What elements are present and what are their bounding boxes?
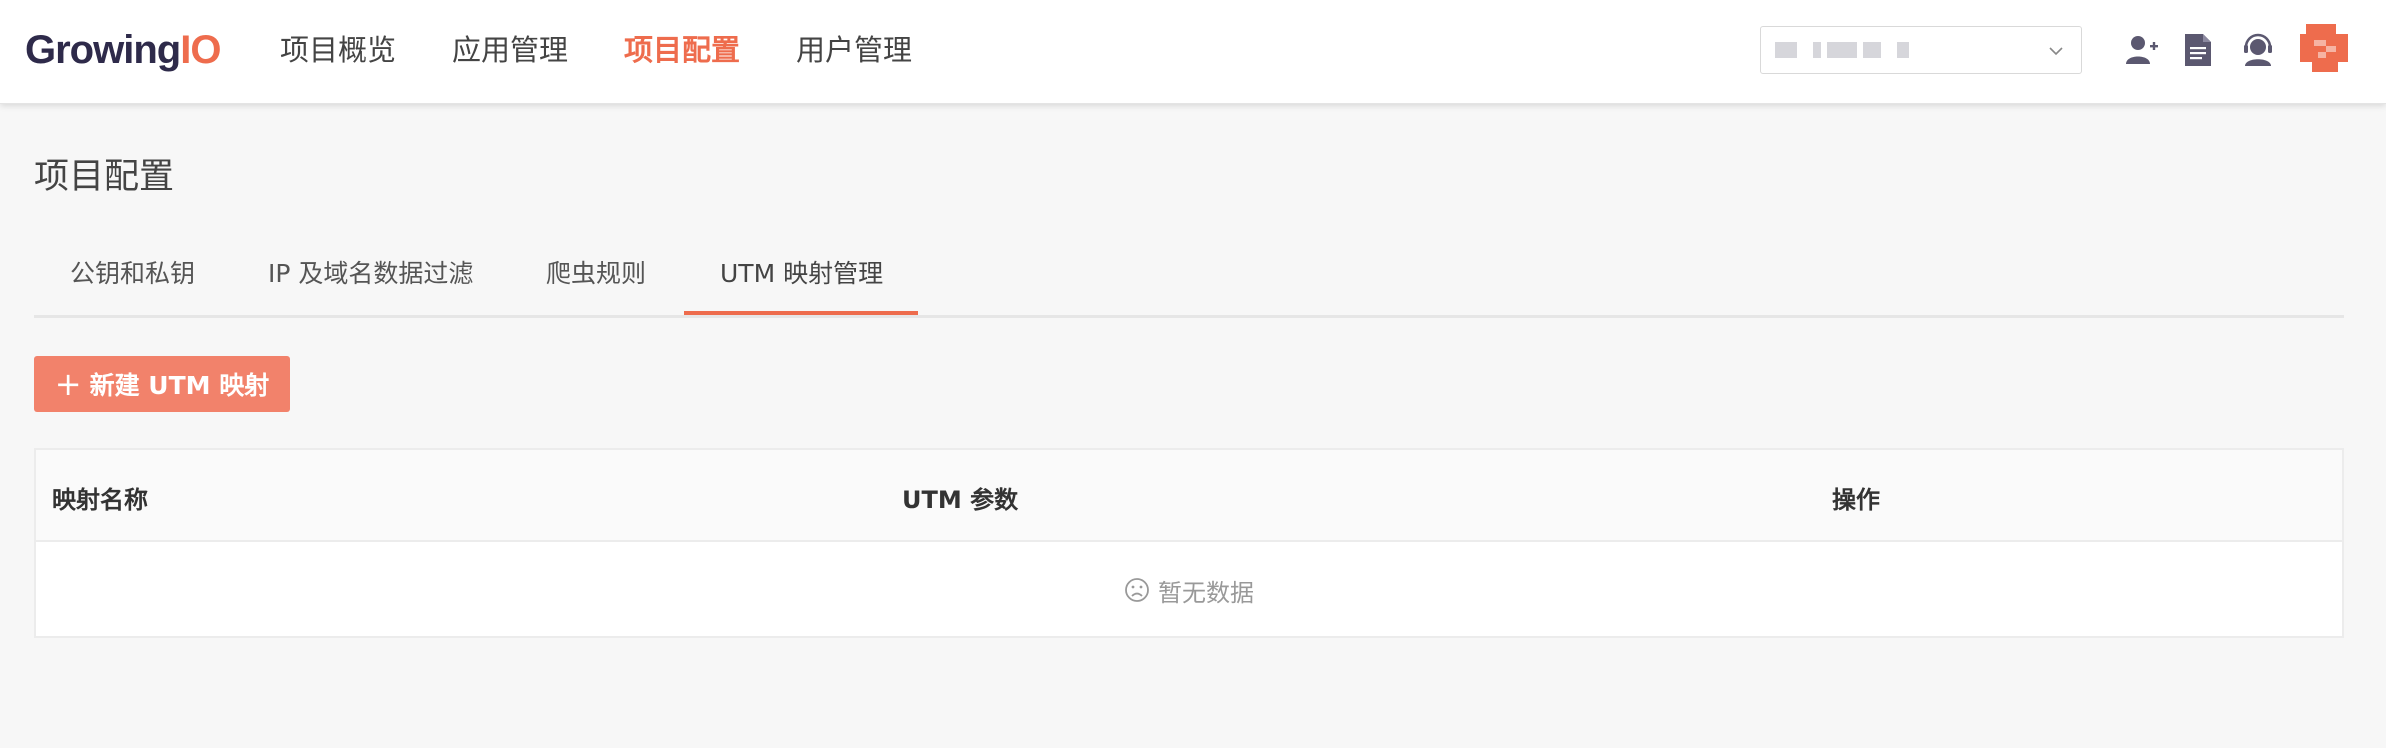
add-user-icon[interactable] <box>2122 30 2162 70</box>
utm-mapping-table: 映射名称 UTM 参数 操作 暂无数据 <box>34 448 2344 638</box>
tab-crawler-rules[interactable]: 爬虫规则 <box>546 258 646 306</box>
tab-keys[interactable]: 公钥和私钥 <box>70 258 195 306</box>
main-nav: 项目概览 应用管理 项目配置 用户管理 <box>280 30 968 70</box>
page-title: 项目配置 <box>34 157 175 197</box>
column-header-mapping-name: 映射名称 <box>52 486 148 514</box>
empty-state: 暂无数据 <box>36 542 2342 638</box>
growingio-logo[interactable]: GrowingIO <box>25 28 221 73</box>
nav-item-user-management[interactable]: 用户管理 <box>796 30 912 70</box>
avatar[interactable] <box>2300 24 2348 72</box>
support-agent-icon[interactable] <box>2238 30 2278 70</box>
column-header-utm-params: UTM 参数 <box>902 486 1019 514</box>
frown-icon <box>1125 578 1149 602</box>
column-header-actions: 操作 <box>1832 486 1880 514</box>
tab-utm-mapping[interactable]: UTM 映射管理 <box>720 258 883 306</box>
new-utm-mapping-label: 新建 UTM 映射 <box>89 371 270 400</box>
logo-text-accent: IO <box>180 28 221 72</box>
plus-icon: + <box>54 365 82 403</box>
active-tab-indicator <box>684 311 918 315</box>
logo-text-main: Growing <box>25 28 181 72</box>
nav-item-project-config[interactable]: 项目配置 <box>624 30 740 70</box>
table-header: 映射名称 UTM 参数 操作 <box>36 450 2342 542</box>
config-tabs: 公钥和私钥 IP 及域名数据过滤 爬虫规则 UTM 映射管理 <box>34 250 2344 318</box>
chevron-down-icon <box>2049 47 2063 56</box>
new-utm-mapping-button[interactable]: + 新建 UTM 映射 <box>34 356 290 412</box>
top-bar: GrowingIO 项目概览 应用管理 项目配置 用户管理 <box>0 0 2386 104</box>
tab-ip-domain-filter[interactable]: IP 及域名数据过滤 <box>268 258 473 306</box>
nav-item-app-management[interactable]: 应用管理 <box>452 30 568 70</box>
empty-state-text: 暂无数据 <box>1158 578 1254 607</box>
project-name-redacted <box>1775 42 1909 58</box>
document-icon[interactable] <box>2178 30 2218 70</box>
project-select[interactable] <box>1760 26 2082 74</box>
nav-item-project-overview[interactable]: 项目概览 <box>280 30 396 70</box>
